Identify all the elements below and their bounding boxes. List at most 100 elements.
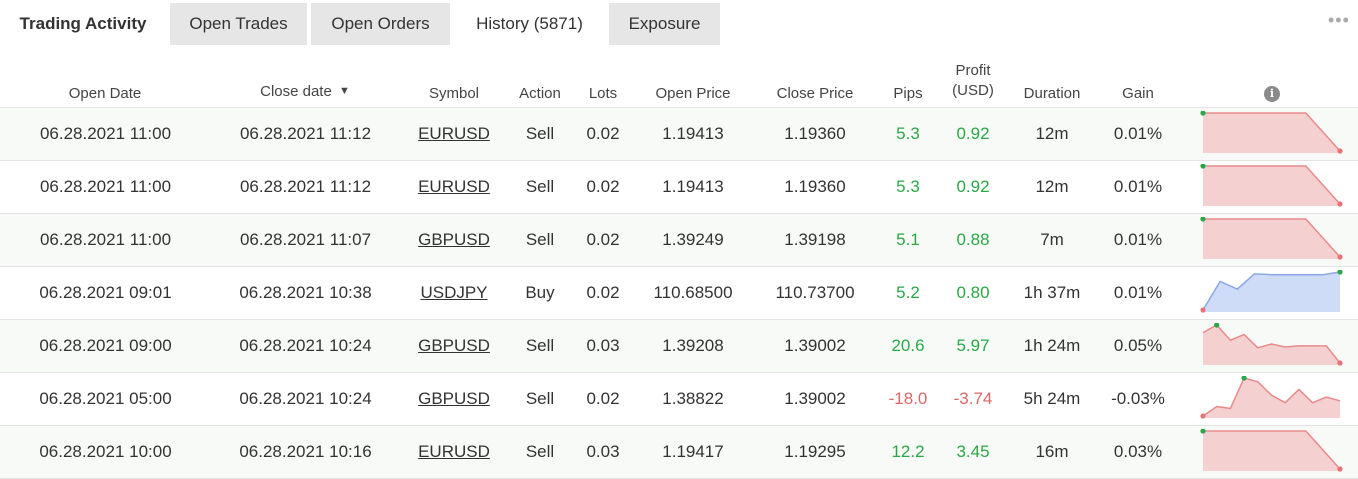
cell-gain: 0.01% [1102, 108, 1174, 160]
cell-duration: 12m [1012, 108, 1092, 160]
header-open-price[interactable]: Open Price [638, 85, 748, 102]
cell-profit: 0.88 [943, 214, 1003, 266]
cell-action-value: Sell [525, 389, 555, 408]
cell-symbol-value[interactable]: GBPUSD [418, 389, 490, 408]
header-close-date[interactable]: Close date ▼ [230, 83, 380, 100]
header-close-date-label: Close date [260, 83, 332, 100]
cell-duration: 1h 37m [1012, 267, 1092, 319]
info-icon[interactable]: i [1264, 86, 1280, 102]
cell-symbol-value[interactable]: GBPUSD [418, 336, 490, 355]
cell-action-value: Buy [525, 283, 555, 302]
cell-open-price: 1.19413 [638, 108, 748, 160]
cell-profit: 3.45 [943, 426, 1003, 478]
cell-profit: 5.97 [943, 320, 1003, 372]
cell-open-date: 06.28.2021 09:00 [28, 320, 183, 372]
cell-pips: -18.0 [878, 373, 938, 425]
table-row[interactable]: 06.28.2021 11:00 06.28.2021 11:12 EURUSD Se… [0, 161, 1358, 214]
header-duration[interactable]: Duration [1012, 85, 1092, 102]
cell-pips: 20.6 [878, 320, 938, 372]
trade-sparkline [1200, 270, 1343, 313]
cell-open-price: 110.68500 [638, 267, 748, 319]
more-horizontal-icon[interactable]: ••• [1328, 10, 1358, 30]
cell-symbol: EURUSD [414, 161, 494, 213]
cell-gain: 0.01% [1102, 267, 1174, 319]
header-close-price[interactable]: Close Price [760, 85, 870, 102]
tab-exposure[interactable]: Exposure [609, 3, 720, 45]
sparkline-min-dot [1337, 201, 1343, 207]
cell-profit-value: -3.74 [953, 389, 993, 408]
sparkline-area [1203, 378, 1340, 418]
table-row[interactable]: 06.28.2021 09:00 06.28.2021 10:24 GBPUSD Se… [0, 320, 1358, 373]
cell-open-price-value: 1.19413 [662, 177, 724, 196]
cell-profit: 0.92 [943, 108, 1003, 160]
cell-lots: 0.02 [578, 108, 628, 160]
table-row[interactable]: 06.28.2021 11:00 06.28.2021 11:07 GBPUSD Se… [0, 214, 1358, 267]
header-lots[interactable]: Lots [578, 85, 628, 102]
header-pips[interactable]: Pips [878, 85, 938, 102]
cell-open-price-value: 1.19413 [662, 124, 724, 143]
header-profit-unit: (USD) [952, 82, 994, 99]
cell-symbol-value[interactable]: EURUSD [418, 177, 490, 196]
sparkline-area [1203, 113, 1340, 153]
cell-action: Sell [505, 214, 575, 266]
cell-open-date: 06.28.2021 11:00 [28, 214, 183, 266]
cell-close-date: 06.28.2021 10:24 [228, 320, 383, 372]
table-row[interactable]: 06.28.2021 05:00 06.28.2021 10:24 GBPUSD Se… [0, 373, 1358, 426]
cell-duration: 16m [1012, 426, 1092, 478]
cell-action: Sell [505, 108, 575, 160]
header-open-date[interactable]: Open Date [30, 85, 180, 102]
tab-open-trades[interactable]: Open Trades [170, 3, 307, 45]
cell-open-price: 1.39208 [638, 320, 748, 372]
tab-open-orders[interactable]: Open Orders [311, 3, 450, 45]
header-gain[interactable]: Gain [1108, 85, 1168, 102]
trade-sparkline [1202, 323, 1343, 366]
cell-close-price-value: 1.19295 [784, 442, 846, 461]
cell-duration: 12m [1012, 161, 1092, 213]
cell-symbol-value[interactable]: EURUSD [418, 124, 490, 143]
cell-pips-value: 5.3 [896, 124, 920, 143]
trade-sparkline [1200, 429, 1343, 472]
table-row[interactable]: 06.28.2021 09:01 06.28.2021 10:38 USDJPY Bu… [0, 267, 1358, 320]
tab-history[interactable]: History (5871) [454, 3, 605, 47]
cell-symbol: EURUSD [414, 426, 494, 478]
cell-open-date-value: 06.28.2021 05:00 [39, 389, 172, 408]
cell-gain-value: -0.03% [1111, 389, 1165, 408]
header-profit[interactable]: Profit (USD) [943, 61, 1003, 101]
cell-lots: 0.02 [578, 373, 628, 425]
cell-open-date: 06.28.2021 11:00 [28, 108, 183, 160]
cell-lots-value: 0.02 [586, 283, 620, 302]
cell-close-date-value: 06.28.2021 11:12 [239, 124, 372, 143]
table-row[interactable]: 06.28.2021 11:00 06.28.2021 11:12 EURUSD Se… [0, 108, 1358, 161]
sparkline-min-dot [1337, 360, 1343, 366]
sparkline-min-dot [1200, 307, 1206, 313]
cell-symbol-value[interactable]: USDJPY [420, 283, 487, 302]
cell-open-date: 06.28.2021 09:01 [28, 267, 183, 319]
sparkline-area [1203, 325, 1340, 365]
cell-symbol-value[interactable]: EURUSD [418, 442, 490, 461]
sparkline-min-dot [1337, 254, 1343, 260]
cell-close-price: 1.19360 [760, 108, 870, 160]
cell-duration-value: 1h 24m [1023, 336, 1081, 355]
sparkline-area [1203, 219, 1340, 259]
cell-open-price: 1.19417 [638, 426, 748, 478]
cell-action-value: Sell [525, 336, 555, 355]
cell-duration: 5h 24m [1012, 373, 1092, 425]
cell-close-date: 06.28.2021 11:12 [228, 108, 383, 160]
cell-lots-value: 0.02 [586, 389, 620, 408]
cell-lots-value: 0.02 [586, 230, 620, 249]
header-action[interactable]: Action [505, 85, 575, 102]
cell-action: Sell [505, 426, 575, 478]
cell-open-date-value: 06.28.2021 11:00 [39, 124, 172, 143]
cell-close-price: 1.19360 [760, 161, 870, 213]
header-symbol[interactable]: Symbol [414, 85, 494, 102]
cell-lots: 0.03 [578, 320, 628, 372]
cell-profit: 0.80 [943, 267, 1003, 319]
widget-title: Trading Activity [19, 14, 147, 33]
table-row[interactable]: 06.28.2021 10:00 06.28.2021 10:16 EURUSD Se… [0, 426, 1358, 479]
cell-gain: 0.03% [1102, 426, 1174, 478]
cell-duration: 7m [1012, 214, 1092, 266]
cell-gain-value: 0.01% [1113, 283, 1163, 302]
cell-open-date-value: 06.28.2021 09:01 [39, 283, 172, 302]
cell-close-price: 110.73700 [760, 267, 870, 319]
cell-symbol-value[interactable]: GBPUSD [418, 230, 490, 249]
